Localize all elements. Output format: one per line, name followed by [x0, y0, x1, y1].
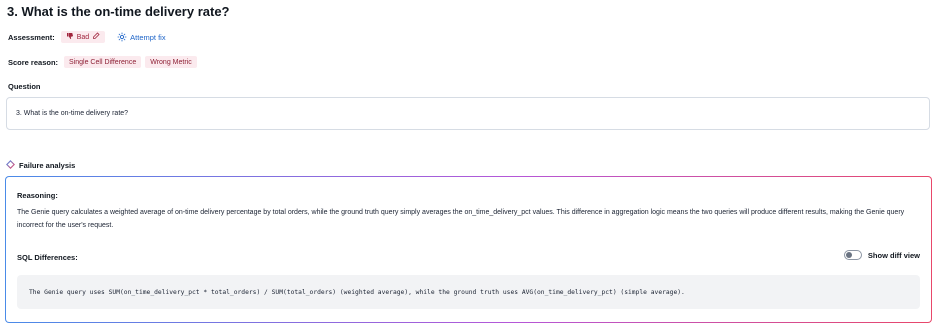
- assessment-badge-label: Bad: [76, 33, 90, 41]
- attempt-fix-label: Attempt fix: [130, 32, 166, 42]
- sql-differences-title: SQL Differences:: [17, 253, 78, 262]
- sql-differences-box: The Genie query uses SUM(on_time_deliver…: [17, 275, 920, 309]
- failure-analysis-panel: Reasoning: The Genie query calculates a …: [5, 176, 932, 323]
- diamond-sparkle-icon: [6, 160, 15, 171]
- assessment-label: Assessment:: [8, 32, 55, 42]
- failure-analysis-content: Reasoning: The Genie query calculates a …: [6, 177, 931, 322]
- edit-icon[interactable]: [92, 32, 100, 42]
- assessment-badge[interactable]: Bad: [60, 31, 106, 43]
- toggle-knob: [845, 252, 852, 258]
- page-title: 3. What is the on-time delivery rate?: [7, 4, 230, 19]
- show-diff-toggle[interactable]: [843, 250, 862, 260]
- attempt-fix-button[interactable]: Attempt fix: [117, 32, 166, 42]
- failure-analysis-header: Failure analysis: [6, 160, 75, 171]
- sql-differences-text: The Genie query uses SUM(on_time_deliver…: [29, 288, 685, 296]
- question-text: 3. What is the on-time delivery rate?: [16, 110, 129, 117]
- question-label: Question: [8, 82, 41, 91]
- show-diff-label[interactable]: Show diff view: [868, 251, 920, 260]
- reasoning-text: The Genie query calculates a weighted av…: [17, 209, 905, 229]
- reasoning-title: Reasoning:: [17, 191, 58, 200]
- score-reason-tag: Wrong Metric: [145, 56, 197, 68]
- score-reason-label: Score reason:: [8, 57, 59, 67]
- evaluation-page: 3. What is the on-time delivery rate? As…: [0, 0, 936, 327]
- thumbs-down-icon: [66, 32, 74, 42]
- score-reason-tag: Single Cell Difference: [64, 56, 142, 68]
- show-diff-toggle-group: Show diff view: [843, 250, 920, 260]
- score-reason-row: Score reason: Single Cell Difference Wro…: [8, 56, 201, 68]
- assessment-row: Assessment: Bad Attempt fix: [8, 31, 166, 43]
- sparkle-icon: [117, 32, 127, 42]
- failure-analysis-title: Failure analysis: [19, 161, 76, 170]
- question-box: 3. What is the on-time delivery rate?: [6, 97, 930, 130]
